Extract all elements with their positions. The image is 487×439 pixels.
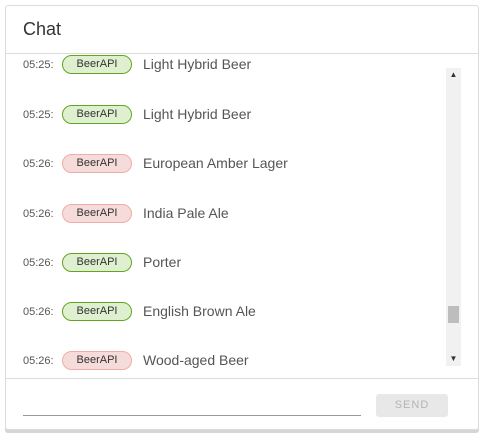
source-badge: BeerAPI: [62, 55, 132, 74]
message-item: 05:26: BeerAPI Wood-aged Beer: [6, 351, 446, 371]
composer: SEND: [6, 378, 478, 430]
message-item: 05:26: BeerAPI Porter: [6, 253, 446, 273]
message-item: 05:25: BeerAPI Light Hybrid Beer: [6, 55, 446, 75]
message-text: Porter: [143, 254, 182, 270]
source-badge: BeerAPI: [62, 302, 132, 321]
message-input[interactable]: [23, 395, 361, 416]
source-badge: BeerAPI: [62, 105, 132, 124]
send-button[interactable]: SEND: [376, 394, 448, 417]
message-time: 05:26:: [23, 355, 54, 367]
message-time: 05:26:: [23, 158, 54, 170]
source-badge: BeerAPI: [62, 204, 132, 223]
source-badge: BeerAPI: [62, 154, 132, 173]
scrollbar-thumb[interactable]: [448, 306, 459, 323]
source-badge: BeerAPI: [62, 351, 132, 370]
message-item: 05:25: BeerAPI Light Hybrid Beer: [6, 105, 446, 125]
message-item: 05:26: BeerAPI India Pale Ale: [6, 204, 446, 224]
chat-title: Chat: [23, 19, 62, 39]
scroll-down-icon[interactable]: ▼: [446, 352, 461, 366]
message-text: European Amber Lager: [143, 155, 288, 171]
message-time: 05:26:: [23, 257, 54, 269]
message-item: 05:26: BeerAPI European Amber Lager: [6, 154, 446, 174]
message-text: India Pale Ale: [143, 205, 229, 221]
source-badge: BeerAPI: [62, 253, 132, 272]
message-time: 05:26:: [23, 306, 54, 318]
vertical-scrollbar[interactable]: ▲ ▼: [446, 68, 461, 366]
chat-header: Chat: [6, 6, 478, 54]
chat-card: Chat 05:25: BeerAPI Light Hybrid Beer 05…: [5, 5, 479, 430]
message-item: 05:26: BeerAPI English Brown Ale: [6, 302, 446, 322]
message-text: English Brown Ale: [143, 303, 256, 319]
message-list[interactable]: 05:25: BeerAPI Light Hybrid Beer 05:25: …: [6, 54, 446, 372]
message-text: Light Hybrid Beer: [143, 56, 252, 72]
scroll-up-icon[interactable]: ▲: [446, 68, 461, 82]
message-text: Wood-aged Beer: [143, 352, 249, 368]
message-time: 05:25:: [23, 109, 54, 121]
message-text: Light Hybrid Beer: [143, 106, 252, 122]
message-time: 05:26:: [23, 208, 54, 220]
message-time: 05:25:: [23, 59, 54, 71]
